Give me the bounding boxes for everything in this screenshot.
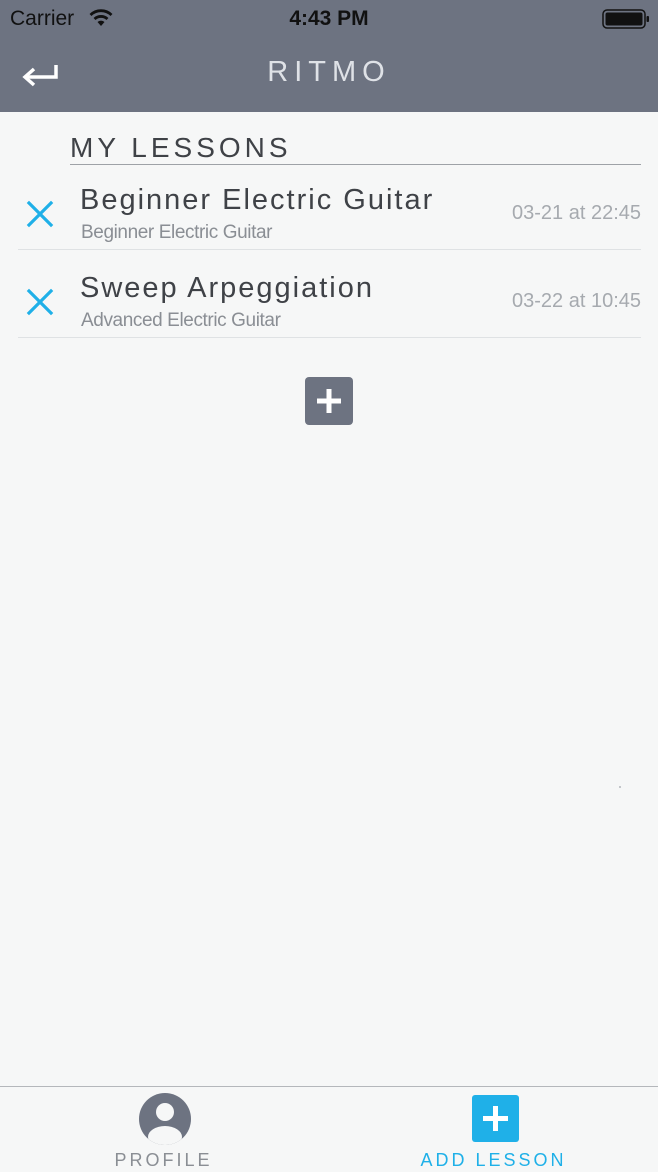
lesson-subtitle: Advanced Electric Guitar xyxy=(81,310,281,331)
tab-label: ADD LESSON xyxy=(420,1150,567,1170)
section-title: MY LESSONS xyxy=(70,132,292,163)
stray-pixel xyxy=(619,786,621,788)
delete-x-icon[interactable] xyxy=(26,200,54,228)
lesson-date: 03-21 at 22:45 xyxy=(512,202,641,224)
nav-bar: RITMO xyxy=(0,36,658,112)
delete-x-icon[interactable] xyxy=(26,288,54,316)
tab-bar: PROFILE ADD LESSON xyxy=(0,1086,658,1172)
app-title: RITMO xyxy=(267,56,391,88)
lesson-subtitle: Beginner Electric Guitar xyxy=(81,222,273,243)
status-time: 4:43 PM xyxy=(289,7,369,30)
lesson-row[interactable]: Beginner Electric Guitar Beginner Electr… xyxy=(18,162,641,250)
top-header: Carrier 4:43 PM RITMO xyxy=(0,0,658,112)
tab-add-lesson[interactable]: ADD LESSON xyxy=(329,1087,658,1172)
lesson-name: Sweep Arpeggiation xyxy=(80,272,374,304)
person-icon xyxy=(139,1093,191,1145)
battery-icon xyxy=(602,9,649,29)
tab-label: PROFILE xyxy=(114,1150,213,1170)
lesson-name: Beginner Electric Guitar xyxy=(80,184,435,216)
plus-icon xyxy=(317,389,341,413)
add-lesson-row-button[interactable] xyxy=(305,377,353,425)
lesson-row[interactable]: Sweep Arpeggiation Advanced Electric Gui… xyxy=(18,250,641,338)
section-header: MY LESSONS xyxy=(70,130,641,165)
plus-square-icon xyxy=(472,1095,519,1142)
status-bar: Carrier 4:43 PM xyxy=(0,0,658,36)
lesson-date: 03-22 at 10:45 xyxy=(512,290,641,312)
tab-profile[interactable]: PROFILE xyxy=(0,1087,329,1172)
